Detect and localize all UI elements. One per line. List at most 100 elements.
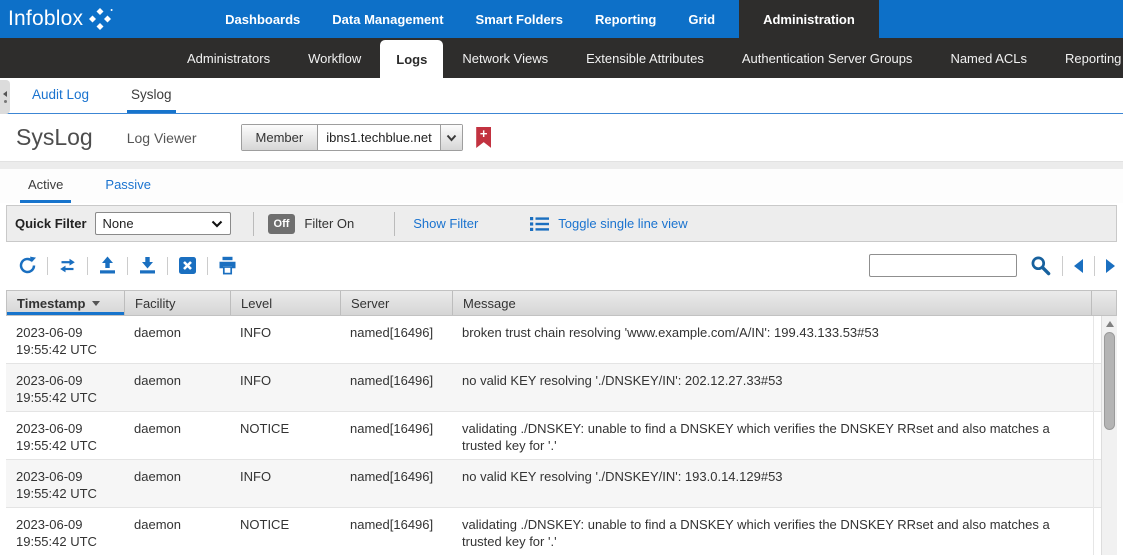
column-label: Timestamp bbox=[17, 296, 85, 311]
divider bbox=[1094, 256, 1095, 276]
scrollbar-thumb[interactable] bbox=[1104, 332, 1115, 430]
cell-level: INFO bbox=[230, 372, 340, 411]
sidebar-collapse-handle[interactable] bbox=[0, 80, 10, 114]
divider bbox=[253, 212, 254, 236]
cell-timestamp: 2023-06-09 19:55:42 UTC bbox=[6, 372, 124, 411]
collapse-arrow-icon bbox=[3, 91, 7, 97]
tab-audit-log[interactable]: Audit Log bbox=[28, 78, 93, 113]
column-label: Facility bbox=[135, 296, 175, 311]
cell-timestamp: 2023-06-09 19:55:42 UTC bbox=[6, 516, 124, 555]
nav-smart-folders[interactable]: Smart Folders bbox=[460, 0, 579, 38]
infoblox-logo[interactable]: Infoblox bbox=[0, 0, 113, 38]
bookmark-add-icon[interactable]: + bbox=[476, 127, 491, 148]
log-toolbar bbox=[0, 242, 1123, 289]
previous-page-icon bbox=[1074, 259, 1083, 273]
table-search-cluster bbox=[869, 242, 1115, 289]
cell-facility: daemon bbox=[124, 324, 230, 363]
top-navbar: Infoblox Dashboards Data Management Smar… bbox=[0, 0, 1123, 38]
download-button[interactable] bbox=[138, 256, 157, 275]
clear-x-icon bbox=[178, 256, 197, 275]
search-icon bbox=[1030, 255, 1051, 276]
show-filter-link[interactable]: Show Filter bbox=[413, 216, 478, 231]
divider bbox=[207, 257, 208, 275]
page-header: SysLog Log Viewer Member ibns1.techblue.… bbox=[0, 114, 1123, 162]
divider bbox=[47, 257, 48, 275]
log-viewer-label: Log Viewer bbox=[127, 130, 197, 146]
cell-message: validating ./DNSKEY: unable to find a DN… bbox=[452, 420, 1117, 459]
column-header-level[interactable]: Level bbox=[231, 291, 341, 315]
column-label: Message bbox=[463, 296, 516, 311]
subnav-authentication-server-groups[interactable]: Authentication Server Groups bbox=[723, 38, 932, 78]
log-table-row[interactable]: 2023-06-09 19:55:42 UTC daemon INFO name… bbox=[6, 316, 1117, 364]
administration-subnav: Administrators Workflow Logs Network Vie… bbox=[0, 38, 1123, 78]
restart-services-button[interactable] bbox=[58, 256, 77, 275]
nav-data-management[interactable]: Data Management bbox=[316, 0, 459, 38]
print-button[interactable] bbox=[218, 256, 237, 275]
member-select-value[interactable]: ibns1.techblue.net bbox=[318, 125, 440, 150]
member-dropdown-button[interactable] bbox=[440, 125, 462, 150]
divider bbox=[1062, 256, 1063, 276]
log-table-row[interactable]: 2023-06-09 19:55:42 UTC daemon INFO name… bbox=[6, 460, 1117, 508]
log-table-row[interactable]: 2023-06-09 19:55:42 UTC daemon INFO name… bbox=[6, 364, 1117, 412]
next-page-icon bbox=[1106, 259, 1115, 273]
active-passive-tabs: Active Passive bbox=[0, 162, 1123, 203]
export-csv-button[interactable] bbox=[178, 256, 197, 275]
log-table-row[interactable]: 2023-06-09 19:55:42 UTC daemon NOTICE na… bbox=[6, 412, 1117, 460]
toggle-single-line-label: Toggle single line view bbox=[558, 216, 687, 231]
tab-passive[interactable]: Passive bbox=[97, 169, 159, 203]
cell-timestamp: 2023-06-09 19:55:42 UTC bbox=[6, 420, 124, 459]
infoblox-logo-text: Infoblox bbox=[8, 7, 83, 31]
filter-on-toggle[interactable]: Off bbox=[268, 214, 296, 234]
column-label: Level bbox=[241, 296, 272, 311]
upload-button[interactable] bbox=[98, 256, 117, 275]
search-go-button[interactable] bbox=[1030, 255, 1051, 276]
nav-administration[interactable]: Administration bbox=[739, 0, 879, 38]
cell-message: no valid KEY resolving './DNSKEY/IN': 19… bbox=[452, 468, 1117, 507]
nav-reporting[interactable]: Reporting bbox=[579, 0, 672, 38]
nav-grid[interactable]: Grid bbox=[672, 0, 731, 38]
quick-filter-value: None bbox=[103, 216, 211, 231]
divider bbox=[127, 257, 128, 275]
cell-facility: daemon bbox=[124, 468, 230, 507]
subnav-named-acls[interactable]: Named ACLs bbox=[931, 38, 1046, 78]
infoblox-diamond-icon bbox=[88, 7, 113, 31]
subnav-logs[interactable]: Logs bbox=[380, 40, 443, 78]
subnav-network-views[interactable]: Network Views bbox=[443, 38, 567, 78]
subnav-reporting[interactable]: Reporting bbox=[1046, 38, 1123, 78]
cell-server: named[16496] bbox=[340, 468, 452, 507]
nav-dashboards[interactable]: Dashboards bbox=[209, 0, 316, 38]
cell-level: INFO bbox=[230, 324, 340, 363]
table-scrollbar[interactable] bbox=[1101, 316, 1117, 555]
divider bbox=[87, 257, 88, 275]
quick-filter-bar: Quick Filter None Off Filter On Show Fil… bbox=[6, 205, 1117, 242]
log-table-row[interactable]: 2023-06-09 19:55:42 UTC daemon NOTICE na… bbox=[6, 508, 1117, 555]
tab-active[interactable]: Active bbox=[20, 169, 71, 203]
chevron-down-icon bbox=[446, 134, 457, 142]
cell-server: named[16496] bbox=[340, 324, 452, 363]
tab-syslog[interactable]: Syslog bbox=[127, 78, 176, 113]
download-icon bbox=[138, 256, 157, 275]
upload-icon bbox=[98, 256, 117, 275]
column-header-server[interactable]: Server bbox=[341, 291, 453, 315]
divider bbox=[167, 257, 168, 275]
scroll-up-icon[interactable] bbox=[1106, 321, 1114, 327]
column-header-timestamp[interactable]: Timestamp bbox=[7, 291, 125, 315]
refresh-button[interactable] bbox=[18, 256, 37, 275]
column-header-facility[interactable]: Facility bbox=[125, 291, 231, 315]
subnav-workflow[interactable]: Workflow bbox=[289, 38, 380, 78]
chevron-down-icon bbox=[211, 220, 223, 228]
quick-filter-select[interactable]: None bbox=[95, 212, 231, 235]
previous-page-button[interactable] bbox=[1074, 259, 1083, 273]
subnav-administrators[interactable]: Administrators bbox=[168, 38, 289, 78]
refresh-icon bbox=[18, 256, 37, 275]
cell-level: NOTICE bbox=[230, 420, 340, 459]
quick-filter-label: Quick Filter bbox=[15, 216, 87, 231]
table-search-input[interactable] bbox=[869, 254, 1017, 277]
list-view-icon bbox=[530, 216, 549, 232]
column-header-message[interactable]: Message bbox=[453, 291, 1092, 315]
toggle-single-line-view[interactable]: Toggle single line view bbox=[530, 216, 687, 232]
cell-level: NOTICE bbox=[230, 516, 340, 555]
subnav-extensible-attributes[interactable]: Extensible Attributes bbox=[567, 38, 723, 78]
next-page-button[interactable] bbox=[1106, 259, 1115, 273]
column-header-spacer bbox=[1092, 291, 1116, 315]
